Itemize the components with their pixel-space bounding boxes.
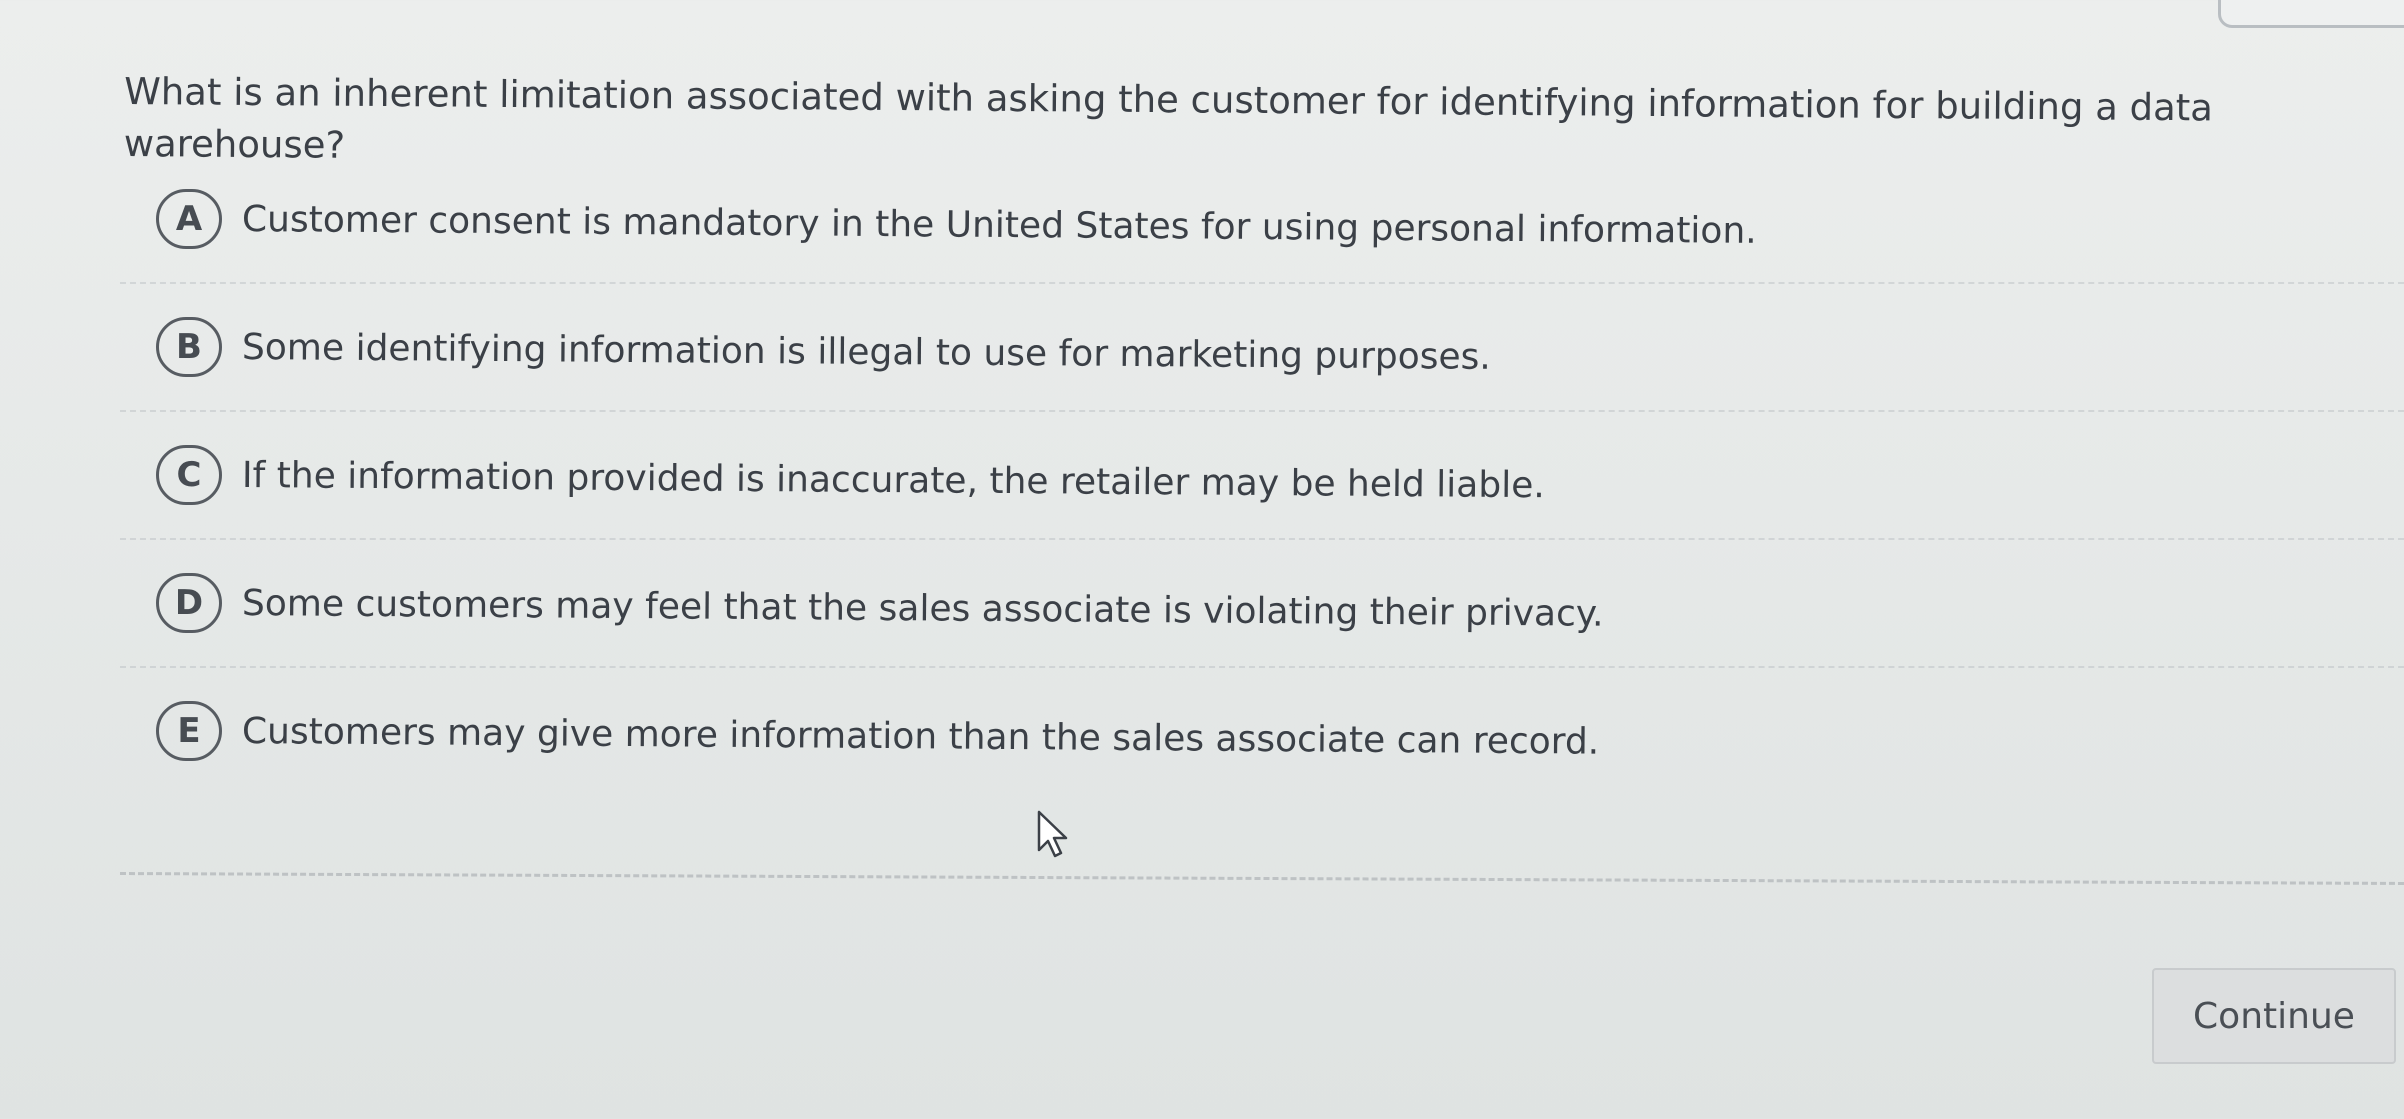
option-e[interactable]: E Customers may give more information th… [120,666,2404,794]
option-d[interactable]: D Some customers may feel that the sales… [120,538,2404,666]
option-e-letter[interactable]: E [156,701,222,761]
mouse-pointer-icon [1037,810,1068,858]
answer-options: A Customer consent is mandatory in the U… [120,156,2404,794]
option-d-letter[interactable]: D [156,573,222,633]
option-a-letter[interactable]: A [156,189,222,249]
option-b-text: Some identifying information is illegal … [241,326,1491,378]
option-c-text: If the information provided is inaccurat… [241,454,1545,506]
continue-button[interactable]: Continue [2152,968,2396,1064]
option-c[interactable]: C If the information provided is inaccur… [120,410,2404,538]
option-d-text: Some customers may feel that the sales a… [241,582,1604,635]
option-b-letter[interactable]: B [156,317,222,377]
option-a-text: Customer consent is mandatory in the Uni… [241,198,1757,252]
divider [119,872,2404,885]
option-e-text: Customers may give more information than… [241,710,1600,763]
top-corner-tab[interactable] [2218,0,2404,28]
option-a[interactable]: A Customer consent is mandatory in the U… [120,156,2404,282]
option-b[interactable]: B Some identifying information is illega… [120,282,2404,410]
option-c-letter[interactable]: C [156,445,222,505]
